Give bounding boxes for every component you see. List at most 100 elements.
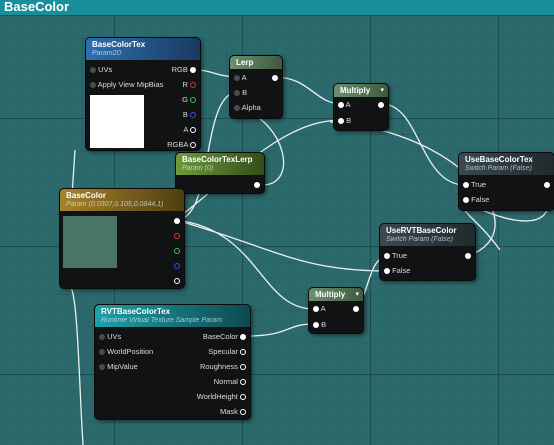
input-pin-icon[interactable] <box>90 67 96 74</box>
input-pin-icon[interactable] <box>90 82 96 89</box>
pin-mask[interactable]: Mask <box>220 407 246 416</box>
input-pin-icon[interactable] <box>313 322 319 329</box>
output-pin-icon[interactable] <box>254 182 260 189</box>
output-pin-icon[interactable] <box>240 334 246 341</box>
chevron-down-icon[interactable]: ▾ <box>355 290 359 298</box>
node-header[interactable]: Lerp <box>230 56 282 69</box>
node-basecolortex[interactable]: BaseColorTex Param2D UVs Apply View MipB… <box>86 38 200 150</box>
pin-uvs[interactable]: UVs <box>90 65 112 74</box>
pin-b[interactable]: B <box>234 88 247 97</box>
output-pin-icon[interactable] <box>190 82 196 89</box>
pin-rgba[interactable]: RGBA <box>167 140 196 149</box>
output-pin-icon[interactable] <box>174 263 180 270</box>
pin-worldposition[interactable]: WorldPosition <box>99 347 153 356</box>
output-pin-icon[interactable] <box>378 102 384 109</box>
pin-output[interactable] <box>465 251 471 260</box>
node-basecolor[interactable]: BaseColor Param (0.0307,0.105,0.0844,1) <box>60 189 184 288</box>
node-usertbasecolor[interactable]: UseRVTBaseColor Switch Param (False) Tru… <box>380 224 475 280</box>
input-pin-icon[interactable] <box>234 90 240 97</box>
output-pin-icon[interactable] <box>240 379 246 386</box>
input-pin-icon[interactable] <box>234 75 240 82</box>
pin-output[interactable] <box>174 216 180 225</box>
input-pin-icon[interactable] <box>313 306 319 313</box>
output-pin-icon[interactable] <box>240 394 246 401</box>
input-pin-icon[interactable] <box>463 182 469 189</box>
input-pin-icon[interactable] <box>99 364 105 371</box>
pin-mipvalue[interactable]: MipValue <box>99 362 138 371</box>
pin-output[interactable] <box>254 180 260 189</box>
node-header[interactable]: UseBaseColorTex Switch Param (False) <box>459 153 554 175</box>
input-pin-icon[interactable] <box>338 102 344 109</box>
chevron-down-icon[interactable]: ▾ <box>380 86 384 94</box>
input-pin-icon[interactable] <box>99 349 105 356</box>
output-pin-icon[interactable] <box>174 233 180 240</box>
pin-rgb[interactable]: RGB <box>172 65 196 74</box>
pin-true[interactable]: True <box>384 251 407 260</box>
pin-b[interactable]: B <box>338 116 351 125</box>
pin-alpha[interactable]: Alpha <box>234 103 261 112</box>
output-pin-icon[interactable] <box>353 306 359 313</box>
output-pin-icon[interactable] <box>190 112 196 119</box>
node-header[interactable]: BaseColor Param (0.0307,0.105,0.0844,1) <box>60 189 184 211</box>
output-pin-icon[interactable] <box>240 349 246 356</box>
output-pin-icon[interactable] <box>174 248 180 255</box>
pin-apply-view-mipbias[interactable]: Apply View MipBias <box>90 80 163 89</box>
wire <box>246 323 315 337</box>
node-header[interactable]: RVTBaseColorTex Runtime Virtual Texture … <box>95 305 250 327</box>
pin-normal[interactable]: Normal <box>214 377 246 386</box>
node-header[interactable]: UseRVTBaseColor Switch Param (False) <box>380 224 475 246</box>
node-header[interactable]: BaseColorTex Param2D <box>86 38 200 60</box>
output-pin-icon[interactable] <box>240 409 246 416</box>
node-multiply-1[interactable]: Multiply ▾ A B <box>334 84 388 130</box>
pin-true[interactable]: True <box>463 180 486 189</box>
pin-a[interactable]: A <box>234 73 247 82</box>
input-pin-icon[interactable] <box>384 253 390 260</box>
input-pin-icon[interactable] <box>463 197 469 204</box>
pin-a[interactable]: A <box>183 125 196 134</box>
pin-g[interactable]: G <box>182 95 196 104</box>
pin-a[interactable] <box>174 276 180 285</box>
output-pin-icon[interactable] <box>190 127 196 134</box>
node-multiply-2[interactable]: Multiply ▾ A B <box>309 288 363 333</box>
node-header[interactable]: Multiply ▾ <box>334 84 388 97</box>
output-pin-icon[interactable] <box>190 97 196 104</box>
pin-specular[interactable]: Specular <box>208 347 246 356</box>
pin-uvs[interactable]: UVs <box>99 332 121 341</box>
pin-false[interactable]: False <box>384 266 410 275</box>
output-pin-icon[interactable] <box>190 67 196 74</box>
node-header[interactable]: Multiply ▾ <box>309 288 363 301</box>
pin-basecolor[interactable]: BaseColor <box>203 332 246 341</box>
output-pin-icon[interactable] <box>174 278 180 285</box>
pin-r[interactable]: R <box>182 80 196 89</box>
node-basecolortexlerp[interactable]: BaseColorTexLerp Param (0) <box>176 153 264 193</box>
node-usebasecolortex[interactable]: UseBaseColorTex Switch Param (False) Tru… <box>459 153 554 210</box>
input-pin-icon[interactable] <box>99 334 105 341</box>
output-pin-icon[interactable] <box>240 364 246 371</box>
pin-output[interactable] <box>378 100 384 109</box>
pin-r[interactable] <box>174 231 180 240</box>
pin-worldheight[interactable]: WorldHeight <box>197 392 246 401</box>
pin-output[interactable] <box>544 180 550 189</box>
pin-false[interactable]: False <box>463 195 489 204</box>
node-lerp[interactable]: Lerp A B Alpha <box>230 56 282 118</box>
pin-b[interactable] <box>174 261 180 270</box>
pin-b[interactable]: B <box>313 320 326 329</box>
pin-roughness[interactable]: Roughness <box>200 362 246 371</box>
node-title: UseRVTBaseColor <box>386 226 457 235</box>
pin-a[interactable]: A <box>338 100 351 109</box>
input-pin-icon[interactable] <box>384 268 390 275</box>
node-header[interactable]: BaseColorTexLerp Param (0) <box>176 153 264 175</box>
pin-b[interactable]: B <box>183 110 196 119</box>
pin-output[interactable] <box>272 73 278 82</box>
input-pin-icon[interactable] <box>338 118 344 125</box>
output-pin-icon[interactable] <box>465 253 471 260</box>
output-pin-icon[interactable] <box>544 182 550 189</box>
output-pin-icon[interactable] <box>190 142 196 149</box>
pin-a[interactable]: A <box>313 304 326 313</box>
pin-g[interactable] <box>174 246 180 255</box>
input-pin-icon[interactable] <box>234 105 240 112</box>
node-rvtbasecolortex[interactable]: RVTBaseColorTex Runtime Virtual Texture … <box>95 305 250 419</box>
output-pin-icon[interactable] <box>174 218 180 225</box>
output-pin-icon[interactable] <box>272 75 278 82</box>
pin-output[interactable] <box>353 304 359 313</box>
